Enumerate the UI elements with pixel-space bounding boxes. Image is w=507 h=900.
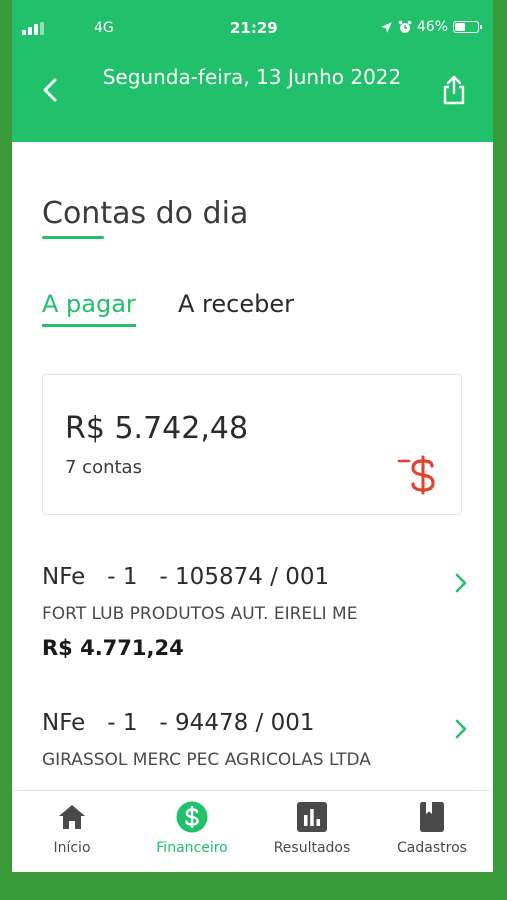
location-icon: [380, 21, 392, 33]
bar-chart-icon: [297, 802, 327, 832]
summary-card: R$ 5.742,48 7 contas: [42, 374, 462, 515]
nav-cadastros[interactable]: Cadastros: [372, 791, 492, 872]
dollar-icon: [176, 801, 208, 833]
book-icon: [420, 802, 444, 832]
status-time: 21:29: [230, 19, 278, 37]
chevron-right-icon[interactable]: [454, 718, 468, 740]
battery-icon: [453, 21, 482, 33]
nav-financeiro[interactable]: Financeiro: [132, 791, 252, 872]
nav-resultados[interactable]: Resultados: [252, 791, 372, 872]
list-item[interactable]: NFe - 1 - 94478 / 001 GIRASSOL MERC PEC …: [42, 710, 472, 770]
chevron-right-icon[interactable]: [454, 572, 468, 594]
list-item[interactable]: NFe - 1 - 105874 / 001 FORT LUB PRODUTOS…: [42, 564, 472, 660]
entry-document: NFe - 1 - 94478 / 001: [42, 710, 315, 736]
home-icon: [59, 805, 85, 829]
page-title: Contas do dia: [42, 196, 249, 231]
summary-count: 7 contas: [65, 457, 142, 478]
tab-a-receber[interactable]: A receber: [178, 290, 294, 324]
bottom-nav: Início Financeiro Resultados Cadastros: [12, 790, 493, 872]
entry-value: R$ 4.771,24: [42, 636, 184, 660]
entry-supplier: FORT LUB PRODUTOS AUT. EIRELI ME: [42, 604, 358, 624]
nav-header: Segunda-feira, 13 Junho 2022: [12, 60, 493, 130]
status-bar: 4G 21:29 46%: [12, 0, 493, 38]
entry-supplier: GIRASSOL MERC PEC AGRICOLAS LTDA: [42, 750, 371, 770]
header-title: Segunda-feira, 13 Junho 2022: [102, 65, 402, 89]
battery-fill: [455, 23, 465, 31]
nav-label: Resultados: [273, 840, 351, 856]
money-out-icon: [397, 455, 435, 495]
signal-icon: [22, 21, 48, 35]
nav-inicio[interactable]: Início: [12, 791, 132, 872]
alarm-icon: [398, 20, 412, 33]
summary-total: R$ 5.742,48: [65, 411, 249, 446]
nav-label: Cadastros: [397, 840, 467, 856]
nav-label: Financeiro: [156, 840, 228, 856]
title-underline: [42, 236, 104, 239]
chevron-left-icon[interactable]: [36, 74, 66, 106]
tab-a-pagar[interactable]: A pagar: [42, 290, 136, 327]
entry-document: NFe - 1 - 105874 / 001: [42, 564, 330, 590]
battery-percent: 46%: [416, 19, 448, 35]
share-icon[interactable]: [441, 74, 467, 106]
network-type: 4G: [94, 20, 114, 36]
status-right: 46%: [380, 19, 482, 35]
app-screen: 4G 21:29 46% Segunda-feira, 13 Junho 202…: [12, 0, 493, 872]
nav-label: Início: [53, 840, 91, 856]
